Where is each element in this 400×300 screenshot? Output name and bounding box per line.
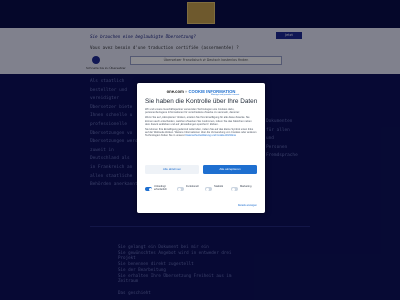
consent-brand: one.com » COOKIE INFORMATION	[137, 89, 265, 94]
toggle-label: Funktionell	[186, 185, 199, 188]
brand-name: one.com	[166, 89, 184, 94]
toggle-marketing[interactable]: Marketing	[231, 185, 257, 193]
brand-separator-icon: »	[184, 89, 188, 94]
toggle-switch-on[interactable]	[145, 187, 152, 191]
dialog-paragraph: Wir und unsere Geschäftspartner verwende…	[145, 108, 240, 115]
toggle-switch-off[interactable]	[177, 187, 184, 191]
reject-all-button[interactable]: Alle ablehnen	[145, 165, 199, 174]
toggle-label: Statistik	[214, 185, 224, 188]
toggle-statistics[interactable]: Statistik	[205, 185, 229, 193]
dialog-paragraph: Sie können Ihre Einwilligung jederzeit w…	[145, 128, 257, 138]
dialog-title: Sie haben die Kontrolle über Ihre Daten	[145, 98, 258, 105]
toggle-switch-off[interactable]	[231, 187, 238, 191]
cookie-consent-dialog: one.com » COOKIE INFORMATION Manage and …	[137, 83, 265, 213]
toggle-switch-off[interactable]	[205, 187, 212, 191]
consent-categories: Unbedingt erforderlich Funktionell Stati…	[145, 185, 257, 193]
dialog-body: Wir und unsere Geschäftspartner verwende…	[145, 108, 257, 140]
accept-all-button[interactable]: Alle akzeptieren	[203, 165, 257, 174]
show-details-link[interactable]: Details anzeigen	[238, 204, 257, 207]
toggle-label: Marketing	[240, 185, 252, 188]
brand-subtitle: Manage and provide consent	[211, 94, 240, 96]
dialog-paragraph: Wenn Sie auf „Akzeptieren“ klicken, erte…	[145, 116, 252, 126]
toggle-label: Unbedingt erforderlich	[154, 185, 167, 191]
toggle-necessary[interactable]: Unbedingt erforderlich	[145, 185, 175, 193]
consent-buttons: Alle ablehnen Alle akzeptieren	[145, 165, 257, 175]
privacy-policy-link[interactable]: Datenschutzerklärung und Cookie-Richtlin…	[186, 134, 236, 137]
toggle-functional[interactable]: Funktionell	[177, 185, 203, 193]
